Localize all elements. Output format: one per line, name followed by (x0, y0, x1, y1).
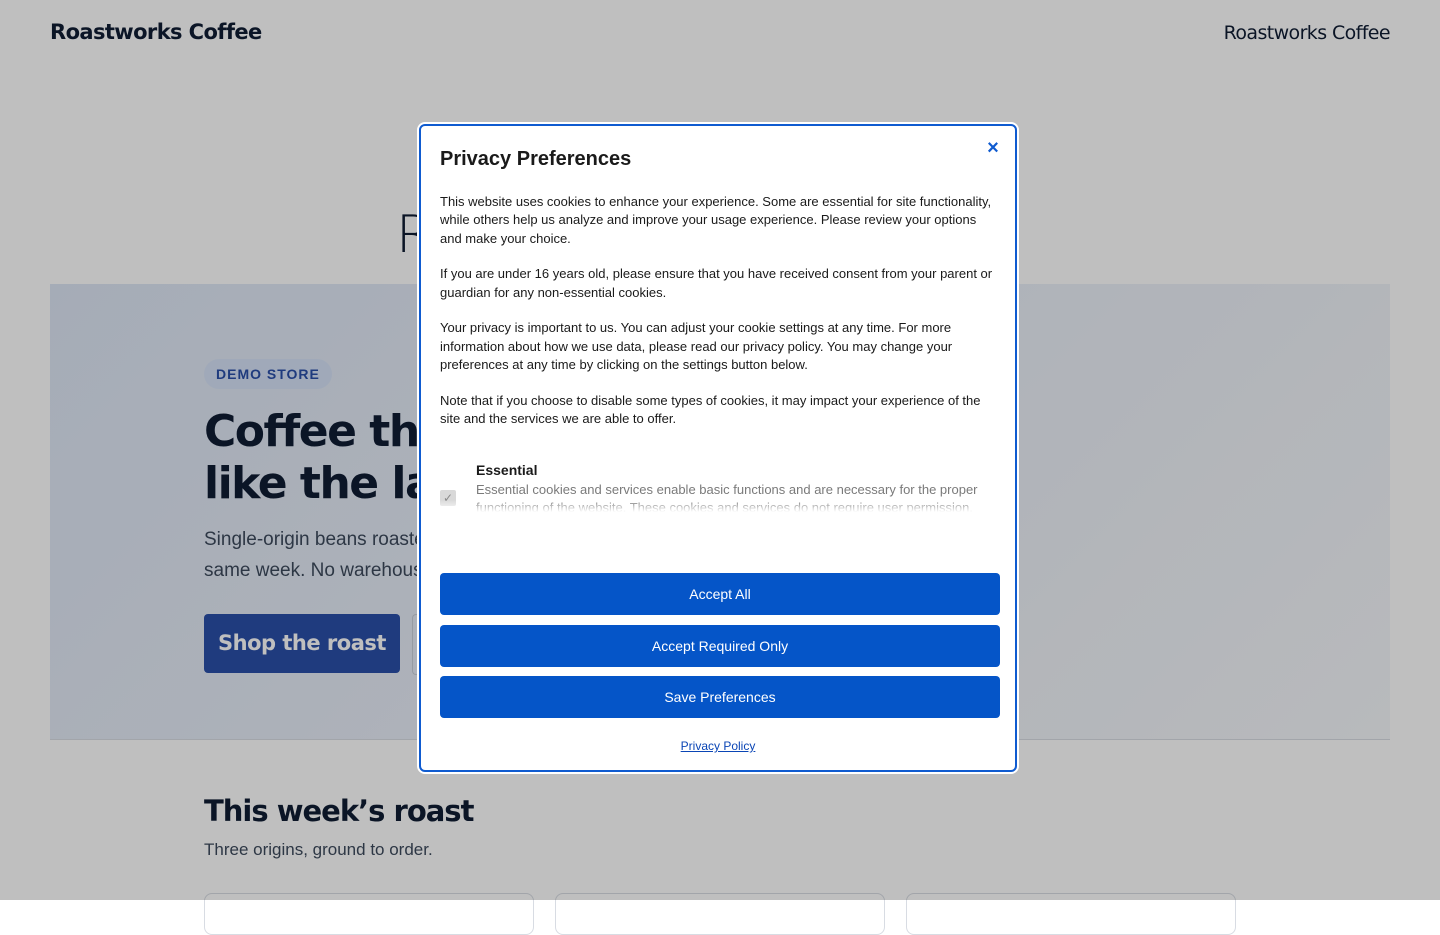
privacy-policy-link[interactable]: Privacy Policy (421, 739, 1015, 753)
privacy-preferences-dialog: Privacy Preferences × This website uses … (419, 124, 1017, 772)
dialog-paragraph: Note that if you choose to disable some … (440, 392, 981, 427)
accept-all-button[interactable]: Accept All (440, 573, 1000, 615)
save-preferences-button[interactable]: Save Preferences (440, 676, 1000, 718)
category-title: Essential (476, 462, 538, 478)
dialog-body: This website uses cookies to enhance you… (440, 193, 1000, 446)
dialog-paragraph: Your privacy is important to us. You can… (440, 320, 953, 373)
dialog-paragraph: If you are under 16 years old, please en… (440, 266, 993, 300)
accept-required-only-button[interactable]: Accept Required Only (440, 625, 1000, 667)
cookie-category-essential: ✓ Essential Essential cookies and servic… (440, 462, 1000, 512)
scroll-fade (440, 500, 1000, 512)
dialog-title: Privacy Preferences (440, 148, 632, 170)
close-icon[interactable]: × (981, 136, 1005, 160)
dialog-paragraph: This website uses cookies to enhance you… (440, 194, 992, 246)
